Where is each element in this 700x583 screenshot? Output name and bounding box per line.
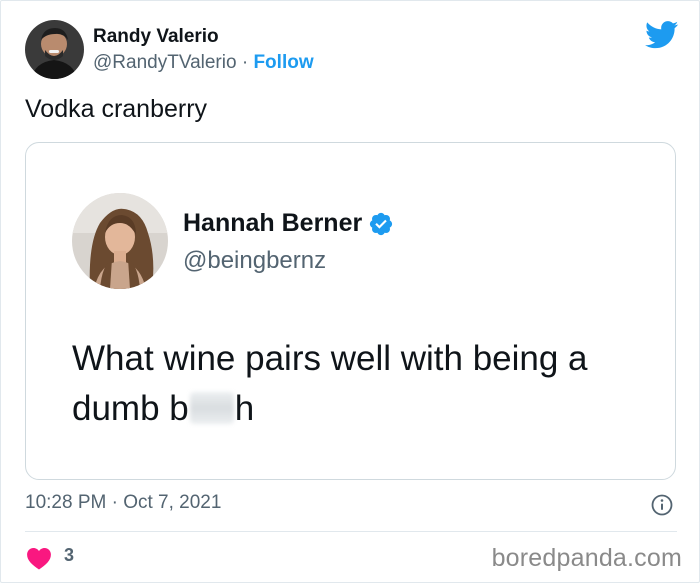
author-handle-row: @RandyTValerio · Follow	[93, 52, 314, 74]
heart-icon[interactable]	[26, 546, 52, 570]
quoted-text-line2-prefix: dumb b	[72, 389, 189, 428]
quoted-text-line1: What wine pairs well with being a	[72, 339, 588, 378]
boredpanda-watermark: boredpanda.com	[491, 544, 682, 572]
quoted-author-name[interactable]: Hannah Berner	[183, 209, 362, 238]
quoted-tweet-card[interactable]: Hannah Berner @beingbernz What wine pair…	[25, 142, 676, 480]
tweet-timestamp[interactable]: 10:28 PM · Oct 7, 2021	[25, 492, 221, 514]
author-name[interactable]: Randy Valerio	[93, 26, 219, 48]
quoted-tweet-text: What wine pairs well with being a dumb b…	[72, 334, 652, 434]
info-icon[interactable]	[651, 494, 673, 516]
footer-divider	[25, 531, 677, 532]
quoted-author-handle[interactable]: @beingbernz	[183, 247, 326, 275]
quoted-name-row: Hannah Berner	[183, 209, 394, 238]
twitter-bird-icon[interactable]	[645, 21, 679, 49]
tweet-embed-card: Randy Valerio @RandyTValerio · Follow Vo…	[0, 0, 700, 583]
quoted-author-avatar[interactable]	[72, 193, 168, 289]
tweet-text: Vodka cranberry	[25, 95, 208, 123]
verified-badge-icon	[368, 211, 394, 237]
follow-link[interactable]: Follow	[253, 52, 313, 73]
author-handle[interactable]: @RandyTValerio	[93, 52, 237, 73]
quoted-text-line2-suffix: h	[234, 389, 255, 428]
author-avatar[interactable]	[25, 20, 84, 79]
censor-blur	[189, 392, 234, 424]
separator-dot: ·	[241, 52, 249, 73]
like-count[interactable]: 3	[64, 545, 74, 566]
